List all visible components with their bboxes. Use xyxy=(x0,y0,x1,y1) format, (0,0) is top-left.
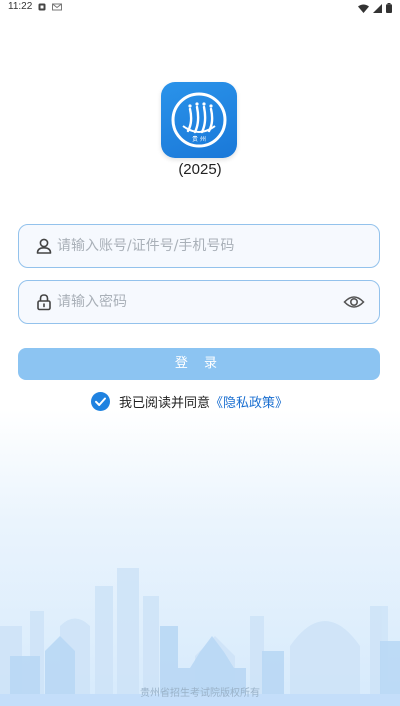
privacy-policy-link[interactable]: 《隐私政策》 xyxy=(210,392,288,411)
mail-icon xyxy=(52,3,62,11)
check-icon xyxy=(95,397,106,406)
account-field[interactable] xyxy=(18,224,380,268)
app-year-label: (2025) xyxy=(178,161,222,178)
status-time: 11:22 xyxy=(8,1,33,12)
logo-text: 贵 州 xyxy=(192,135,206,143)
password-field[interactable] xyxy=(18,280,380,324)
account-input[interactable] xyxy=(57,225,337,266)
app-logo: 贵 州 xyxy=(161,82,237,158)
wifi-icon xyxy=(358,4,369,13)
signal-icon xyxy=(373,3,382,13)
eye-icon[interactable] xyxy=(343,293,365,311)
password-input[interactable] xyxy=(57,281,337,322)
login-button[interactable]: 登 录 xyxy=(18,348,380,380)
footer-copyright: 贵州省招生考试院版权所有 xyxy=(140,688,260,699)
agreement-text: 我已阅读并同意 xyxy=(119,395,211,411)
notification-icon xyxy=(38,3,46,11)
agreement-checkbox[interactable] xyxy=(91,391,110,411)
status-bar: 11:22 xyxy=(0,0,400,18)
battery-icon xyxy=(386,3,392,13)
user-icon xyxy=(36,238,52,254)
lock-icon xyxy=(37,294,51,311)
exam-authority-logo-icon: 贵 州 xyxy=(171,92,227,148)
agreement-row: 我已阅读并同意 《隐私政策》 xyxy=(91,391,288,411)
